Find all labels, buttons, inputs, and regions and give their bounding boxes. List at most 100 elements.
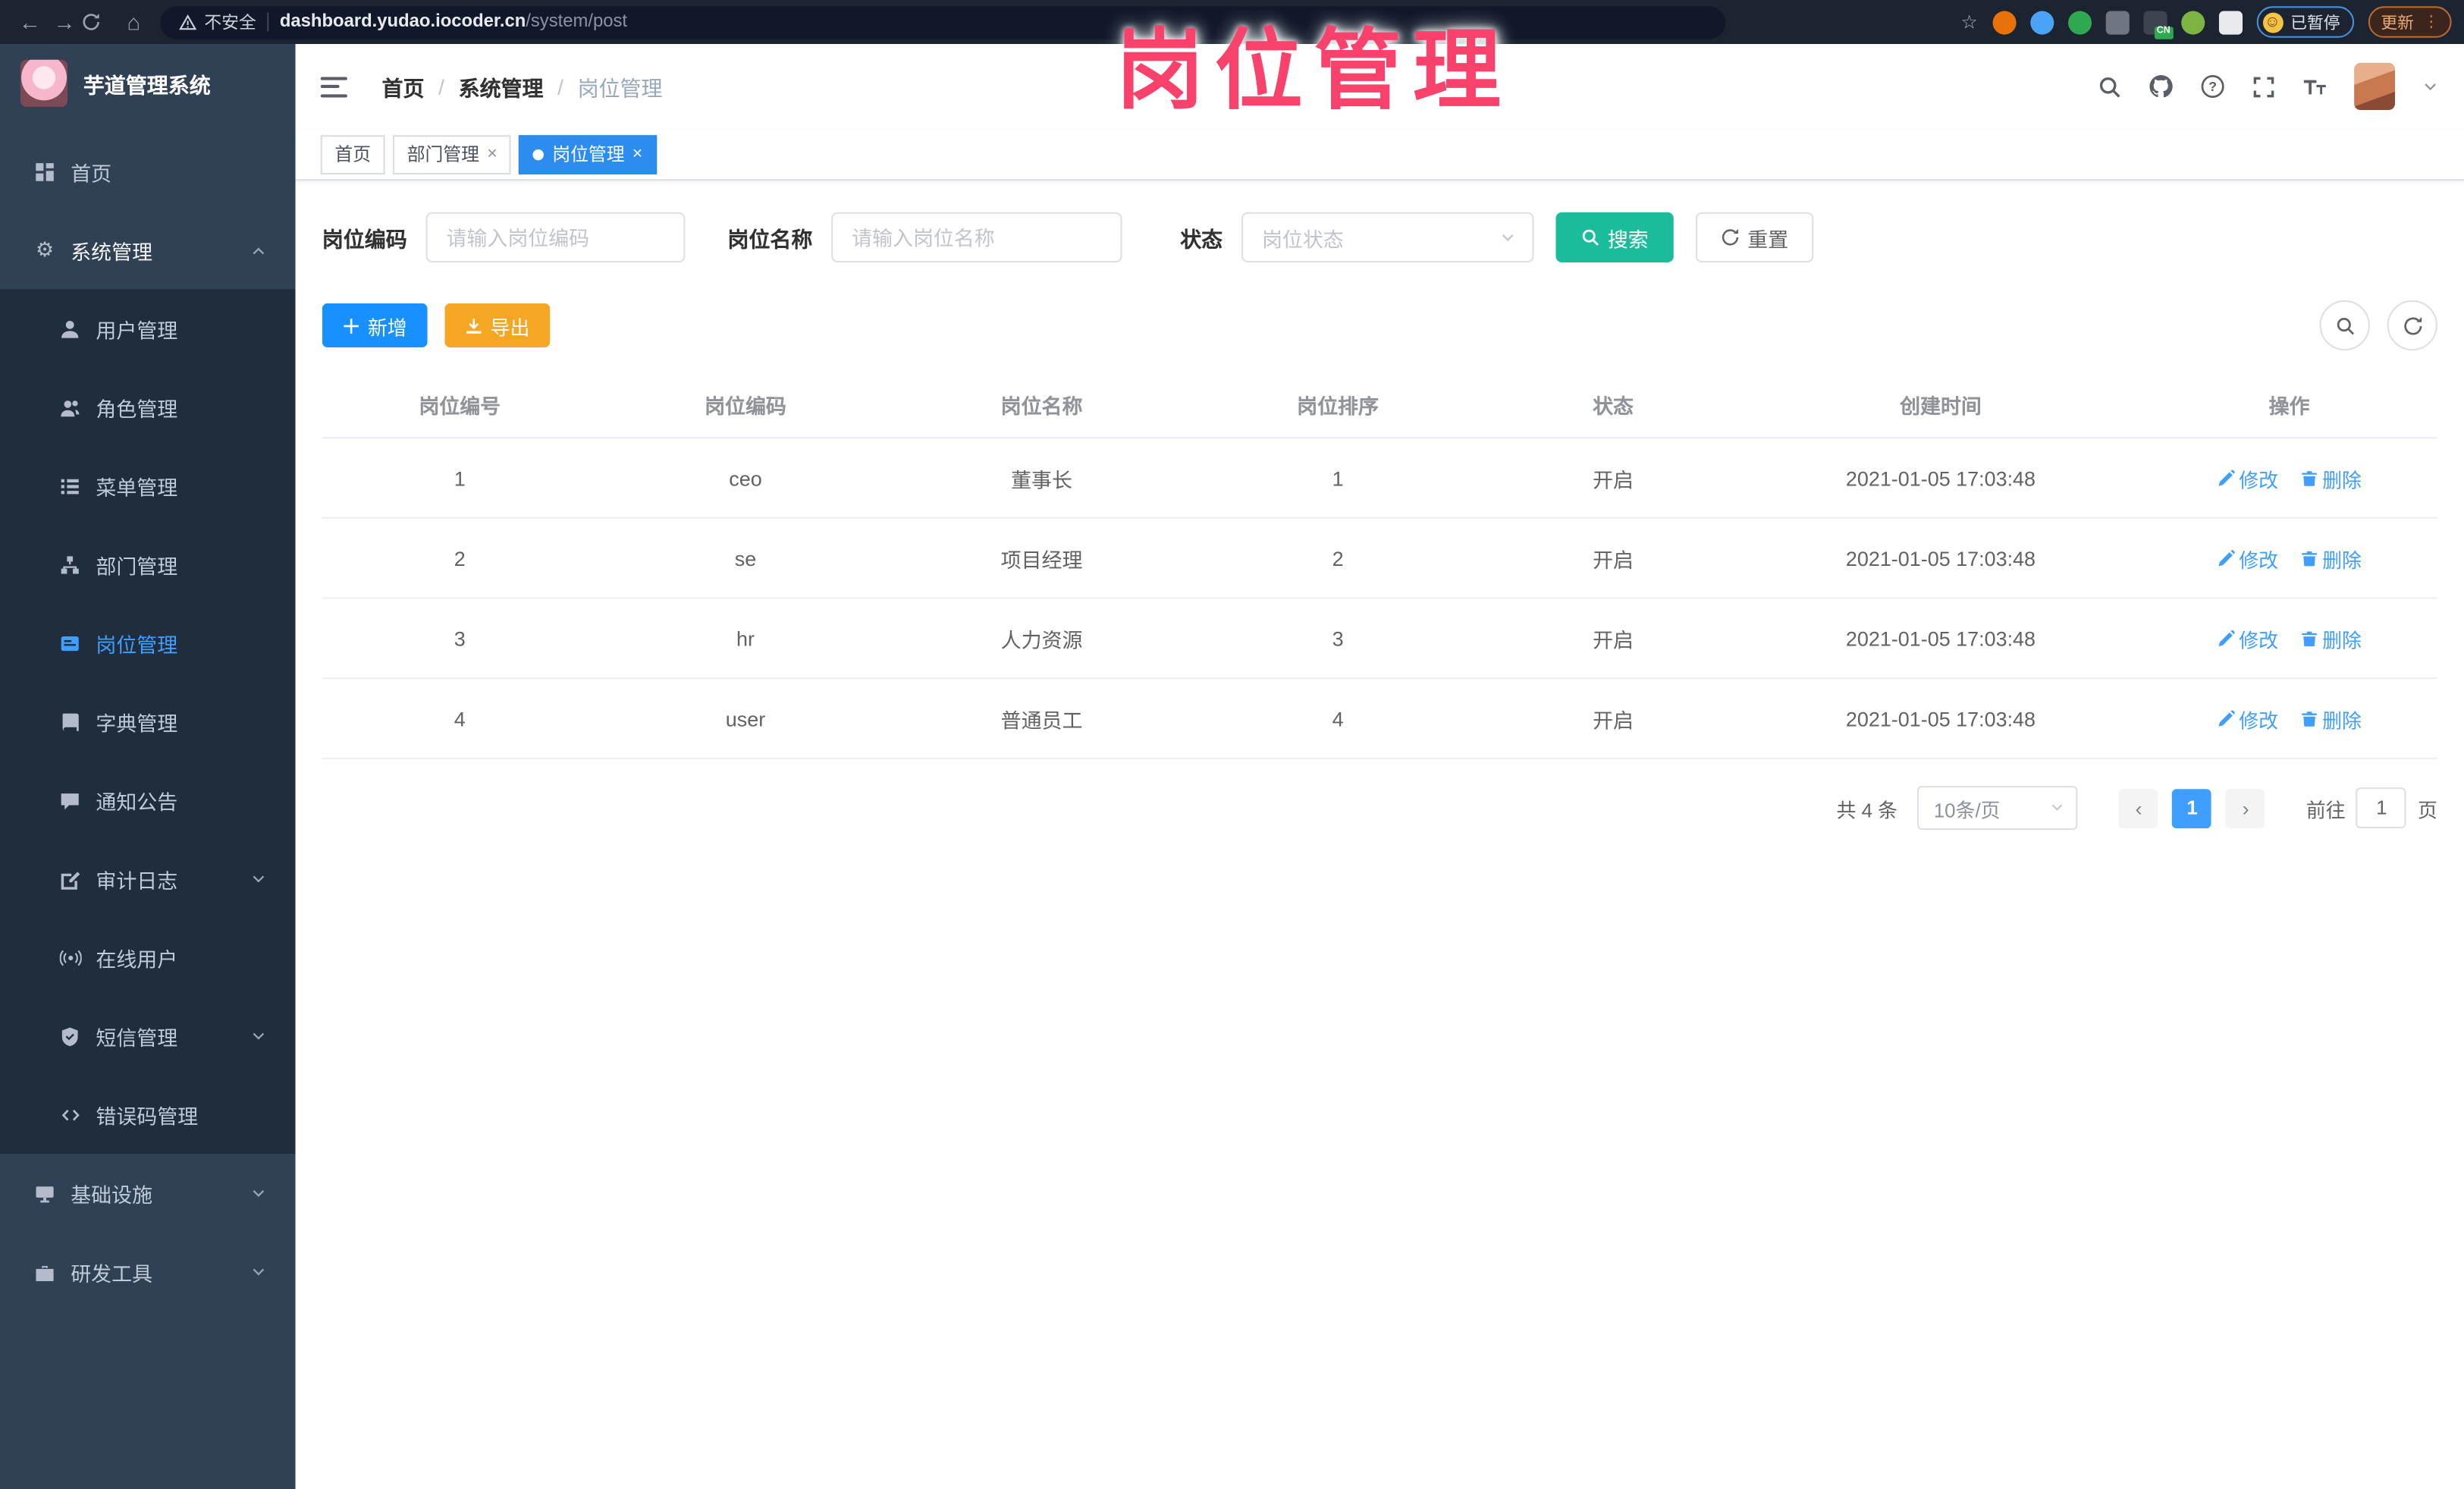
sidebar-item-首页[interactable]: 首页 [0, 132, 296, 211]
edit-link[interactable]: 修改 [2217, 703, 2278, 733]
action-label: 删除 [2322, 629, 2362, 652]
post-name-input-field[interactable] [833, 225, 1121, 250]
post-name-input[interactable] [831, 212, 1122, 263]
tab-close-icon[interactable]: × [487, 145, 497, 164]
sidebar-item-部门管理[interactable]: 部门管理 [0, 525, 296, 604]
toggle-search-button[interactable] [2319, 300, 2370, 351]
sidebar-item-系统管理[interactable]: ⚙ 系统管理 [0, 211, 296, 290]
sidebar-item-label: 部门管理 [96, 554, 178, 578]
post-icon [58, 631, 82, 655]
action-label: 修改 [2239, 469, 2279, 492]
tab-部门管理[interactable]: 部门管理 × [393, 134, 512, 174]
bookmark-star-icon[interactable]: ☆ [1961, 11, 1978, 33]
sidebar-item-角色管理[interactable]: 角色管理 [0, 367, 296, 447]
chrome-menu-icon[interactable]: ⋮ [2423, 14, 2439, 31]
reset-button[interactable]: 重置 [1695, 212, 1814, 263]
tab-首页[interactable]: 首页 [320, 134, 385, 174]
delete-link[interactable]: 删除 [2300, 624, 2362, 653]
help-icon[interactable]: ? [2200, 74, 2225, 99]
cell-code: hr [597, 598, 894, 680]
errorcode-icon [58, 1103, 82, 1126]
ext-leaf-icon[interactable] [2180, 10, 2205, 34]
sidebar-item-通知公告[interactable]: 通知公告 [0, 760, 296, 840]
dict-book-icon [58, 710, 82, 734]
page-size-select[interactable]: 10条/页 [1918, 786, 2079, 831]
chevron-down-icon [250, 1027, 267, 1044]
tab-close-icon[interactable]: × [632, 145, 642, 164]
sidebar-item-研发工具[interactable]: 研发工具 [0, 1233, 296, 1312]
chevron-down-icon [250, 870, 267, 887]
fullscreen-icon[interactable] [2252, 74, 2275, 98]
delete-icon [2300, 630, 2318, 647]
profile-paused-pill[interactable]: ☺ 已暂停 [2255, 6, 2355, 38]
user-avatar[interactable] [2354, 62, 2396, 111]
status-select[interactable]: 岗位状态 [1241, 212, 1534, 263]
sidebar-item-label: 系统管理 [71, 240, 153, 264]
sidebar-item-label: 通知公告 [96, 790, 178, 814]
edit-link[interactable]: 修改 [2217, 543, 2278, 573]
sidebar-item-label: 在线用户 [96, 947, 178, 971]
breadcrumb: 首页 / 系统管理 / 岗位管理 [382, 71, 663, 102]
column-header-岗位编号: 岗位编号 [322, 372, 598, 439]
sidebar-toggle-icon[interactable] [320, 76, 347, 97]
edit-link[interactable]: 修改 [2217, 624, 2278, 653]
table-tools [2319, 300, 2437, 351]
tab-岗位管理[interactable]: 岗位管理 × [519, 134, 657, 174]
browser-home-icon[interactable]: ⌂ [116, 0, 151, 44]
delete-link[interactable]: 删除 [2300, 543, 2362, 573]
prev-page-button[interactable]: ‹ [2119, 788, 2159, 828]
delete-link[interactable]: 删除 [2300, 463, 2362, 492]
avatar-caret-icon[interactable] [2422, 78, 2439, 96]
github-icon[interactable] [2149, 74, 2174, 99]
table-row: 2 se 项目经理 2 开启 2021-01-05 17:03:48 修改 删除 [322, 517, 2437, 599]
sidebar-item-label: 字典管理 [96, 711, 178, 735]
cell-created: 2021-01-05 17:03:48 [1740, 517, 2142, 599]
sidebar-item-基础设施[interactable]: 基础设施 [0, 1154, 296, 1233]
browser-reload-icon[interactable] [82, 13, 117, 32]
ext-translate-icon[interactable]: CN [2142, 10, 2173, 39]
breadcrumb-system[interactable]: 系统管理 [459, 71, 544, 102]
ext-green-check-icon[interactable] [2067, 10, 2092, 34]
goto-page-input[interactable] [2356, 787, 2407, 829]
sidebar-item-错误码管理[interactable]: 错误码管理 [0, 1075, 296, 1154]
action-label: 修改 [2239, 629, 2279, 652]
chrome-update-button[interactable]: 更新 ⋮ [2368, 6, 2452, 38]
post-code-input-field[interactable] [427, 225, 684, 250]
browser-back-icon[interactable]: ← [13, 0, 48, 44]
sidebar-logo[interactable]: 芋道管理系统 [0, 44, 296, 123]
browser-forward-icon[interactable]: → [47, 0, 82, 44]
breadcrumb-home[interactable]: 首页 [382, 71, 425, 102]
ext-grid-icon[interactable] [2105, 10, 2129, 34]
cell-id: 2 [322, 517, 598, 599]
font-size-icon[interactable] [2302, 75, 2327, 97]
next-page-button[interactable]: › [2226, 788, 2265, 828]
edit-icon [2217, 549, 2235, 567]
refresh-button[interactable] [2387, 300, 2437, 351]
delete-link[interactable]: 删除 [2300, 703, 2362, 733]
sidebar-item-短信管理[interactable]: 短信管理 [0, 996, 296, 1076]
edit-link[interactable]: 修改 [2217, 463, 2278, 492]
sidebar-item-label: 用户管理 [96, 318, 178, 342]
search-button[interactable]: 搜索 [1555, 212, 1674, 263]
current-page-button[interactable]: 1 [2172, 788, 2212, 828]
delete-icon [2300, 710, 2318, 727]
status-select-placeholder: 岗位状态 [1261, 227, 1344, 251]
menu-list-icon [58, 474, 82, 498]
post-code-input[interactable] [425, 212, 686, 263]
sidebar-item-在线用户[interactable]: 在线用户 [0, 918, 296, 997]
export-button[interactable]: 导出 [444, 303, 551, 347]
logo-avatar [20, 59, 68, 107]
sidebar-item-用户管理[interactable]: 用户管理 [0, 289, 296, 368]
ext-puzzle-icon[interactable] [2218, 10, 2242, 34]
sidebar-item-菜单管理[interactable]: 菜单管理 [0, 446, 296, 526]
search-icon[interactable] [2098, 74, 2121, 98]
ext-pin-icon[interactable] [2029, 10, 2054, 34]
add-button[interactable]: 新增 [322, 303, 428, 347]
cell-status: 开启 [1486, 598, 1740, 680]
posts-table: 岗位编号 岗位编码 岗位名称 岗位排序 状态 创建时间 操作 1 ceo 董事长 1 开启 2021-… [322, 372, 2437, 759]
sidebar-item-审计日志[interactable]: 审计日志 [0, 839, 296, 919]
sidebar-item-岗位管理[interactable]: 岗位管理 [0, 603, 296, 683]
sidebar-item-字典管理[interactable]: 字典管理 [0, 682, 296, 761]
cell-code: ceo [597, 438, 894, 519]
ext-orange-icon[interactable] [1992, 10, 2016, 34]
